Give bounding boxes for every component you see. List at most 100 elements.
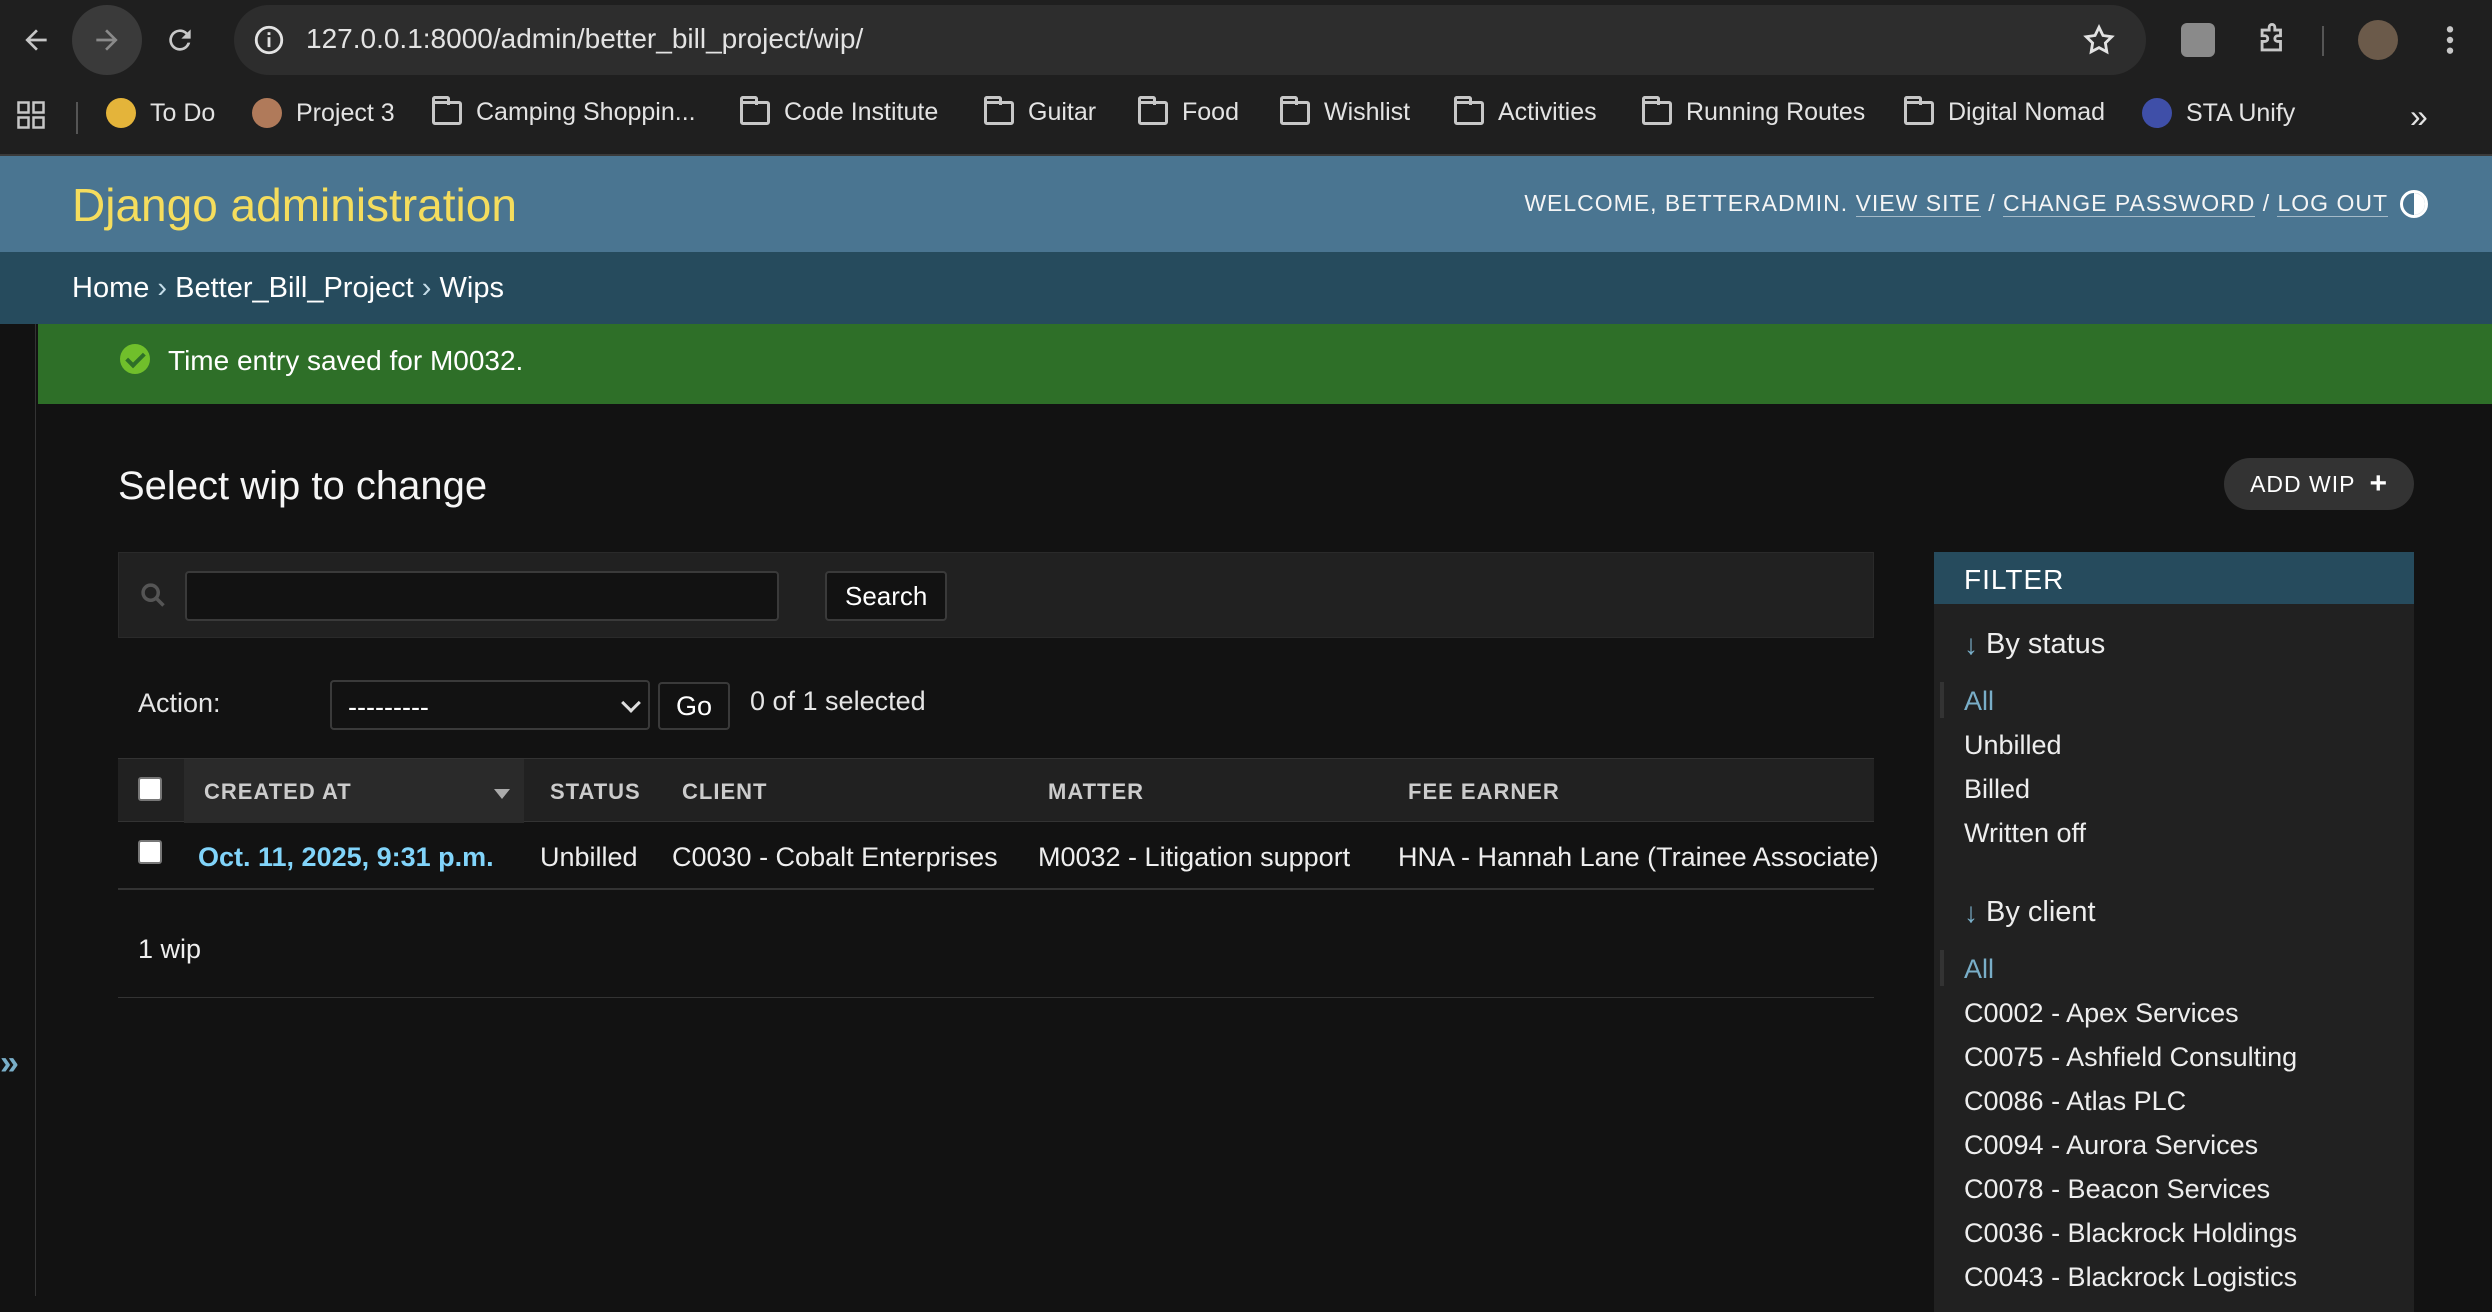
select-all-checkbox[interactable] bbox=[138, 777, 162, 801]
bookmark-code-institute[interactable]: Code Institute bbox=[740, 95, 938, 127]
reload-button[interactable] bbox=[156, 16, 204, 64]
emoji-icon bbox=[106, 98, 136, 128]
action-label: Action: bbox=[138, 688, 221, 718]
matter-cell: M0032 - Litigation support bbox=[1038, 842, 1351, 872]
bookmark-wishlist[interactable]: Wishlist bbox=[1280, 95, 1411, 127]
site-info-icon[interactable] bbox=[252, 23, 286, 57]
theme-toggle-icon[interactable] bbox=[2400, 190, 2428, 218]
bookmark-label: Activities bbox=[1498, 98, 1597, 126]
folder-icon bbox=[1904, 95, 1934, 125]
row-checkbox[interactable] bbox=[138, 840, 162, 864]
reload-icon bbox=[169, 29, 191, 51]
filter-by-status-heading[interactable]: ↓ By status bbox=[1964, 628, 2105, 661]
filter-client-item[interactable]: C0043 - Blackrock Logistics bbox=[1964, 1262, 2297, 1293]
chevron-down-icon bbox=[621, 693, 641, 713]
bookmark-project3[interactable]: Project 3 bbox=[252, 98, 395, 128]
folder-icon bbox=[432, 95, 462, 125]
breadcrumb-app[interactable]: Better_Bill_Project bbox=[175, 272, 414, 304]
bookmark-label: Wishlist bbox=[1324, 98, 1411, 126]
breadcrumb-separator: › bbox=[157, 272, 168, 304]
selected-indicator bbox=[1940, 682, 1944, 718]
action-select-value: --------- bbox=[348, 692, 429, 722]
toggle-nav-sidebar-button[interactable]: » bbox=[0, 1044, 19, 1083]
bookmark-star-icon[interactable] bbox=[2082, 23, 2116, 57]
search-toolbar: Search bbox=[118, 552, 1874, 638]
action-select[interactable]: --------- bbox=[330, 680, 650, 730]
search-button[interactable]: Search bbox=[825, 571, 948, 621]
extensions-menu-button[interactable] bbox=[2250, 18, 2294, 62]
separator: / bbox=[2262, 190, 2271, 216]
bookmarks-bar: To Do Project 3 Camping Shoppin... Code … bbox=[0, 80, 2492, 156]
browser-menu-button[interactable] bbox=[2428, 18, 2472, 62]
breadcrumb-current: Wips bbox=[439, 272, 504, 304]
breadcrumb-separator: › bbox=[421, 272, 432, 304]
filter-by-client-heading[interactable]: ↓ By client bbox=[1964, 896, 2096, 929]
arrow-down-icon: ↓ bbox=[1964, 896, 1978, 928]
folder-icon bbox=[1454, 95, 1484, 125]
filter-client-item[interactable]: C0036 - Blackrock Holdings bbox=[1964, 1218, 2297, 1249]
filter-client-item[interactable]: C0086 - Atlas PLC bbox=[1964, 1086, 2186, 1117]
arrow-right-icon bbox=[96, 29, 118, 51]
sta-logo-icon bbox=[2142, 98, 2172, 128]
extension-icon bbox=[2181, 23, 2215, 57]
filter-client-all[interactable]: All bbox=[1964, 954, 1994, 985]
message-text: Time entry saved for M0032. bbox=[168, 345, 524, 376]
filter-client-item[interactable]: C0078 - Beacon Services bbox=[1964, 1174, 2270, 1205]
forward-button[interactable] bbox=[72, 5, 142, 75]
bookmark-sta-unify[interactable]: STA Unify bbox=[2142, 98, 2295, 128]
filter-status-all[interactable]: All bbox=[1964, 686, 1994, 717]
main-content: Select wip to change ADD WIP + Search Ac… bbox=[38, 404, 2492, 1312]
folder-icon bbox=[1642, 95, 1672, 125]
table-row: Oct. 11, 2025, 9:31 p.m. Unbilled C0030 … bbox=[118, 822, 1879, 890]
fee-earner-cell: HNA - Hannah Lane (Trainee Associate) bbox=[1398, 842, 1879, 872]
bookmark-guitar[interactable]: Guitar bbox=[984, 95, 1096, 127]
back-button[interactable] bbox=[12, 16, 60, 64]
sort-desc-icon[interactable] bbox=[494, 789, 510, 799]
separator: / bbox=[1988, 190, 1996, 216]
search-input[interactable] bbox=[185, 571, 779, 621]
filter-client-item[interactable]: C0075 - Ashfield Consulting bbox=[1964, 1042, 2297, 1073]
avatar bbox=[2358, 20, 2398, 60]
bookmark-activities[interactable]: Activities bbox=[1454, 95, 1597, 127]
extension-button[interactable] bbox=[2176, 18, 2220, 62]
search-icon bbox=[141, 583, 165, 607]
column-matter[interactable]: MATTER bbox=[1048, 779, 1144, 805]
filter-status-unbilled[interactable]: Unbilled bbox=[1964, 730, 2062, 761]
column-fee-earner[interactable]: FEE EARNER bbox=[1408, 779, 1560, 805]
bookmark-digital-nomad[interactable]: Digital Nomad bbox=[1904, 95, 2105, 127]
profile-button[interactable] bbox=[2356, 18, 2400, 62]
add-wip-button[interactable]: ADD WIP + bbox=[2224, 458, 2414, 510]
folder-icon bbox=[740, 95, 770, 125]
column-created-at[interactable]: CREATED AT bbox=[204, 779, 352, 805]
change-password-link[interactable]: CHANGE PASSWORD bbox=[2003, 190, 2256, 217]
welcome-text: WELCOME, BETTERADMIN. bbox=[1524, 190, 1849, 216]
filter-client-item[interactable]: C0002 - Apex Services bbox=[1964, 998, 2239, 1029]
filter-client-item[interactable]: C0094 - Aurora Services bbox=[1964, 1130, 2258, 1161]
address-bar[interactable]: 127.0.0.1:8000/admin/better_bill_project… bbox=[234, 5, 2146, 75]
log-out-link[interactable]: LOG OUT bbox=[2277, 190, 2388, 217]
view-site-link[interactable]: VIEW SITE bbox=[1855, 190, 1981, 217]
bookmark-food[interactable]: Food bbox=[1138, 95, 1239, 127]
bookmark-label: To Do bbox=[150, 98, 216, 127]
chevron-double-right-icon: » bbox=[2410, 98, 2428, 134]
column-status[interactable]: STATUS bbox=[550, 779, 641, 805]
bookmark-todo[interactable]: To Do bbox=[106, 98, 215, 128]
breadcrumb: Home › Better_Bill_Project › Wips bbox=[0, 252, 2492, 324]
bookmark-running-routes[interactable]: Running Routes bbox=[1642, 95, 1865, 127]
breadcrumb-home[interactable]: Home bbox=[72, 272, 149, 304]
toolbar-divider bbox=[2322, 26, 2324, 56]
apps-grid-icon[interactable] bbox=[16, 100, 46, 130]
site-brand[interactable]: Django administration bbox=[72, 178, 517, 232]
more-bookmarks-button[interactable]: » bbox=[2410, 98, 2428, 135]
arrow-down-icon: ↓ bbox=[1964, 628, 1978, 660]
filter-status-billed[interactable]: Billed bbox=[1964, 774, 2030, 805]
created-at-link[interactable]: Oct. 11, 2025, 9:31 p.m. bbox=[198, 842, 494, 873]
filter-title: FILTER bbox=[1934, 552, 2414, 604]
actions-bar: Action: --------- Go 0 of 1 selected bbox=[118, 674, 1874, 734]
go-button[interactable]: Go bbox=[658, 682, 730, 730]
column-client[interactable]: CLIENT bbox=[682, 779, 767, 805]
filter-status-written-off[interactable]: Written off bbox=[1964, 818, 2086, 849]
bookmark-label: STA Unify bbox=[2186, 98, 2296, 127]
url-text[interactable]: 127.0.0.1:8000/admin/better_bill_project… bbox=[306, 23, 863, 55]
bookmark-camping[interactable]: Camping Shoppin... bbox=[432, 95, 696, 127]
